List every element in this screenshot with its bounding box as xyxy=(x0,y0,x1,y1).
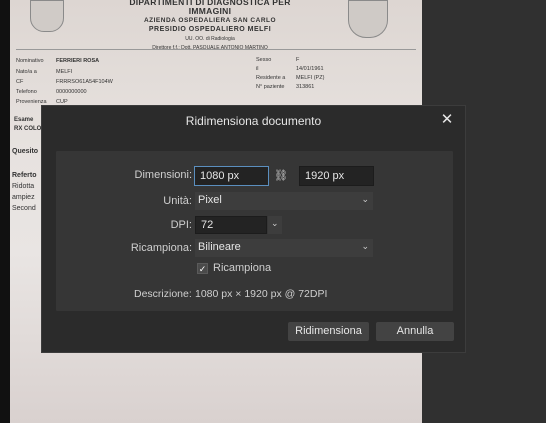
residente-value: MELFI (PZ) xyxy=(296,75,325,81)
document-header: DIPARTIMENTI DI DIAGNOSTICA PER IMMAGINI… xyxy=(110,0,310,53)
nato-label: Nato/a a xyxy=(16,69,37,75)
cf-value: FRRRSO61A54F104W xyxy=(56,79,113,85)
dpi-input[interactable]: 72 xyxy=(195,216,267,234)
unita-select[interactable]: Pixel ⌄ xyxy=(195,192,373,210)
telefono-value: 0000000000 xyxy=(56,89,87,95)
cf-label: CF xyxy=(16,79,24,85)
paziente-label: N° paziente xyxy=(256,84,285,90)
ricampiona-checkbox-label[interactable]: Ricampiona xyxy=(213,262,271,274)
resize-document-dialog: Ridimensiona documento ✕ Dimensioni: 108… xyxy=(41,105,466,353)
unita-label: Unità: xyxy=(163,195,192,207)
close-icon[interactable]: ✕ xyxy=(439,112,455,128)
chevron-down-icon: ⌄ xyxy=(361,241,369,251)
dpi-label: DPI: xyxy=(170,219,192,231)
paziente-value: 313861 xyxy=(296,84,315,90)
descrizione-value: 1080 px × 1920 px @ 72DPI xyxy=(195,288,328,300)
header-line-4: UU. OO. di Radiologia xyxy=(185,36,235,42)
link-dimensions-icon[interactable]: ⛓ xyxy=(274,167,288,185)
unita-select-value: Pixel xyxy=(198,194,222,206)
il-value: 14/01/1961 xyxy=(296,66,324,72)
chevron-down-icon: ⌄ xyxy=(271,218,279,228)
chevron-down-icon: ⌄ xyxy=(361,194,369,204)
quesito-label: Quesito xyxy=(12,148,39,155)
dialog-settings-panel: Dimensioni: 1080 px ⛓ 1920 px Unità: Pix… xyxy=(56,151,453,311)
referto-line-3: Second xyxy=(12,205,36,212)
ricampiona-checkbox[interactable]: ✓ xyxy=(197,263,208,274)
dialog-title: Ridimensiona documento xyxy=(185,114,322,128)
il-label: il xyxy=(256,66,259,72)
referto-line-2: ampiez xyxy=(12,194,35,201)
annulla-button[interactable]: Annulla xyxy=(376,322,454,341)
nominativo-value: FERRIERI ROSA xyxy=(56,58,100,64)
ricampiona-select-value: Bilineare xyxy=(198,241,241,253)
header-line-1: DIPARTIMENTI DI DIAGNOSTICA PER IMMAGINI xyxy=(129,0,291,16)
header-divider xyxy=(16,49,416,50)
dpi-dropdown-button[interactable]: ⌄ xyxy=(268,216,282,234)
descrizione-label: Descrizione: xyxy=(134,288,192,300)
region-crest-right-icon xyxy=(348,0,388,38)
rx-colo-text: RX COLO xyxy=(14,126,42,132)
ricampiona-select[interactable]: Bilineare ⌄ xyxy=(195,239,373,257)
sesso-label: Sesso xyxy=(256,57,272,63)
header-line-3: PRESIDIO OSPEDALIERO MELFI xyxy=(148,26,272,33)
width-input[interactable]: 1080 px xyxy=(194,166,269,186)
header-line-2: AZIENDA OSPEDALIERA SAN CARLO xyxy=(143,17,277,24)
height-input[interactable]: 1920 px xyxy=(299,166,374,186)
ricampiona-label: Ricampiona: xyxy=(130,242,192,254)
dimensioni-label: Dimensioni: xyxy=(134,169,192,181)
hospital-crest-left-icon xyxy=(30,0,64,32)
nominativo-label: Nominativo xyxy=(16,58,44,64)
esame-label: Esame xyxy=(14,117,34,123)
sesso-value: F xyxy=(296,57,300,63)
telefono-label: Telefono xyxy=(16,89,37,95)
ridimensiona-button[interactable]: Ridimensiona xyxy=(288,322,369,341)
referto-label: Referto xyxy=(12,172,37,179)
residente-label: Residente a xyxy=(256,75,286,81)
canvas-left-edge xyxy=(0,0,10,423)
referto-line-1: Ridotta xyxy=(12,183,35,190)
nato-value: MELFI xyxy=(56,69,73,75)
